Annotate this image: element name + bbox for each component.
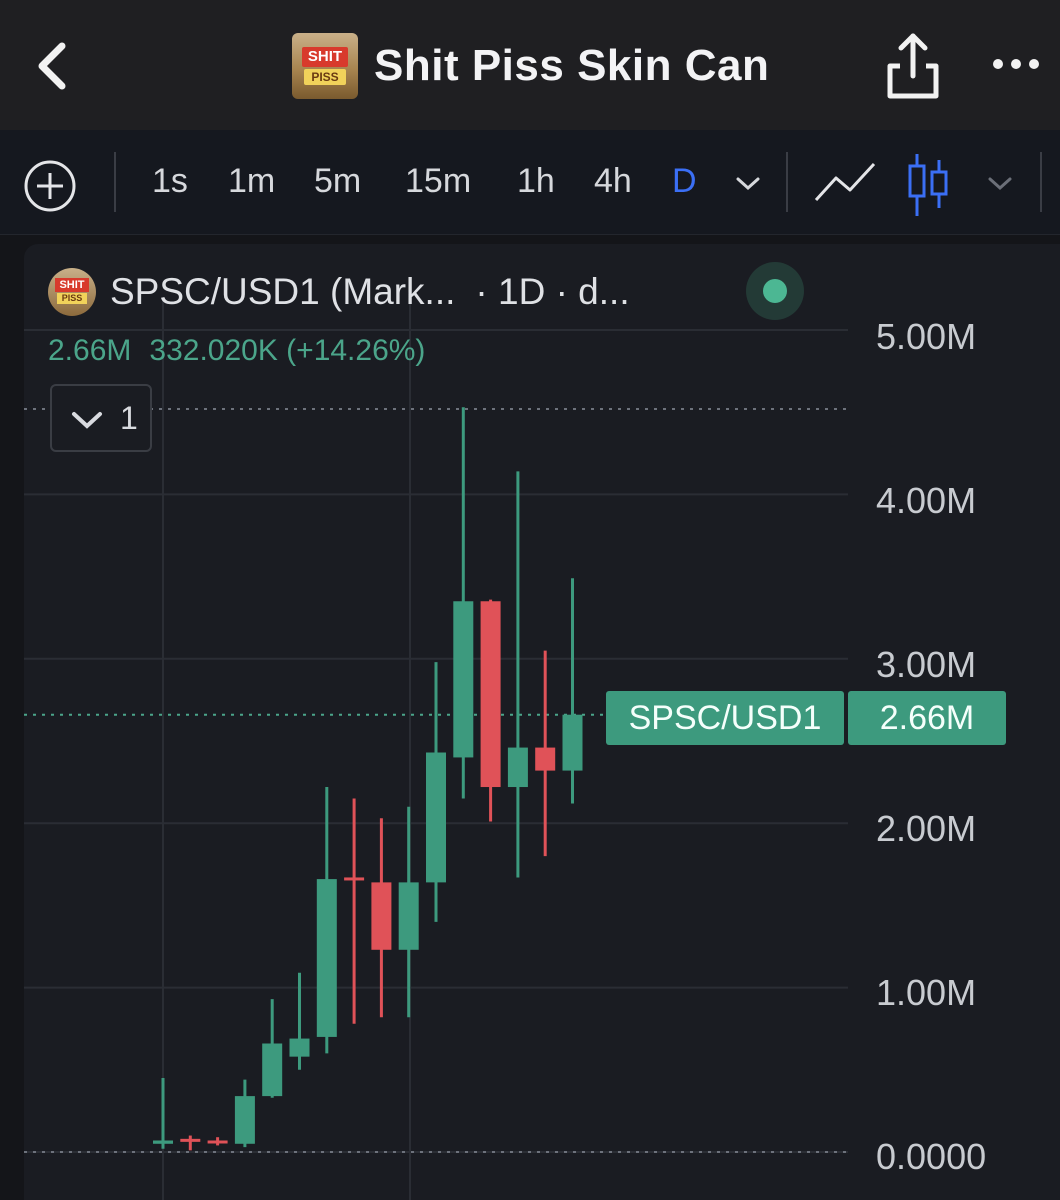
- chart-legend: SHIT PISS SPSC/USD1 (Mark... · 1D · d...: [48, 262, 630, 322]
- candle-body: [207, 1140, 228, 1144]
- candle-body: [289, 1038, 310, 1057]
- candle-body: [453, 601, 474, 758]
- token-logo-small: SHIT PISS: [48, 268, 96, 316]
- y-tick-label: 2.00M: [876, 808, 977, 849]
- candle-body: [398, 882, 419, 950]
- candle-body: [234, 1096, 255, 1144]
- candle-body: [180, 1138, 201, 1142]
- y-tick-label: 3.00M: [876, 644, 977, 685]
- symbol-name[interactable]: SPSC/USD1 (Mark...: [110, 271, 455, 312]
- candle-body: [507, 747, 528, 788]
- candle-body: [153, 1140, 173, 1144]
- price-change: 332.020K (+14.26%): [149, 334, 426, 367]
- candle-body: [371, 882, 392, 950]
- indicator-collapse-button[interactable]: 1: [50, 384, 152, 452]
- chevron-down-icon: [72, 412, 102, 429]
- candle-body: [562, 714, 583, 771]
- y-tick-label: 5.00M: [876, 316, 977, 357]
- candle-body: [316, 879, 337, 1037]
- logo-text-bottom: PISS: [57, 293, 87, 304]
- indicator-count: 1: [120, 400, 138, 436]
- price-tag-value: 2.66M: [848, 691, 1006, 745]
- candle-body: [344, 877, 365, 881]
- status-dot: [763, 279, 787, 303]
- candle-body: [480, 601, 501, 788]
- logo-text-top: SHIT: [55, 278, 89, 292]
- quote-values: 2.66M 332.020K (+14.26%): [48, 334, 425, 368]
- market-status-indicator[interactable]: [746, 262, 804, 320]
- y-tick-label: 0.0000: [876, 1136, 987, 1177]
- candle-body: [535, 747, 556, 771]
- last-price: 2.66M: [48, 334, 132, 367]
- candlestick-chart[interactable]: [0, 0, 1060, 1200]
- symbol-interval: · 1D · d...: [475, 271, 630, 312]
- candle-body: [262, 1043, 283, 1097]
- y-tick-label: 1.00M: [876, 972, 977, 1013]
- candle-body: [426, 752, 446, 883]
- price-tag-symbol: SPSC/USD1: [606, 691, 844, 745]
- y-tick-label: 4.00M: [876, 480, 977, 521]
